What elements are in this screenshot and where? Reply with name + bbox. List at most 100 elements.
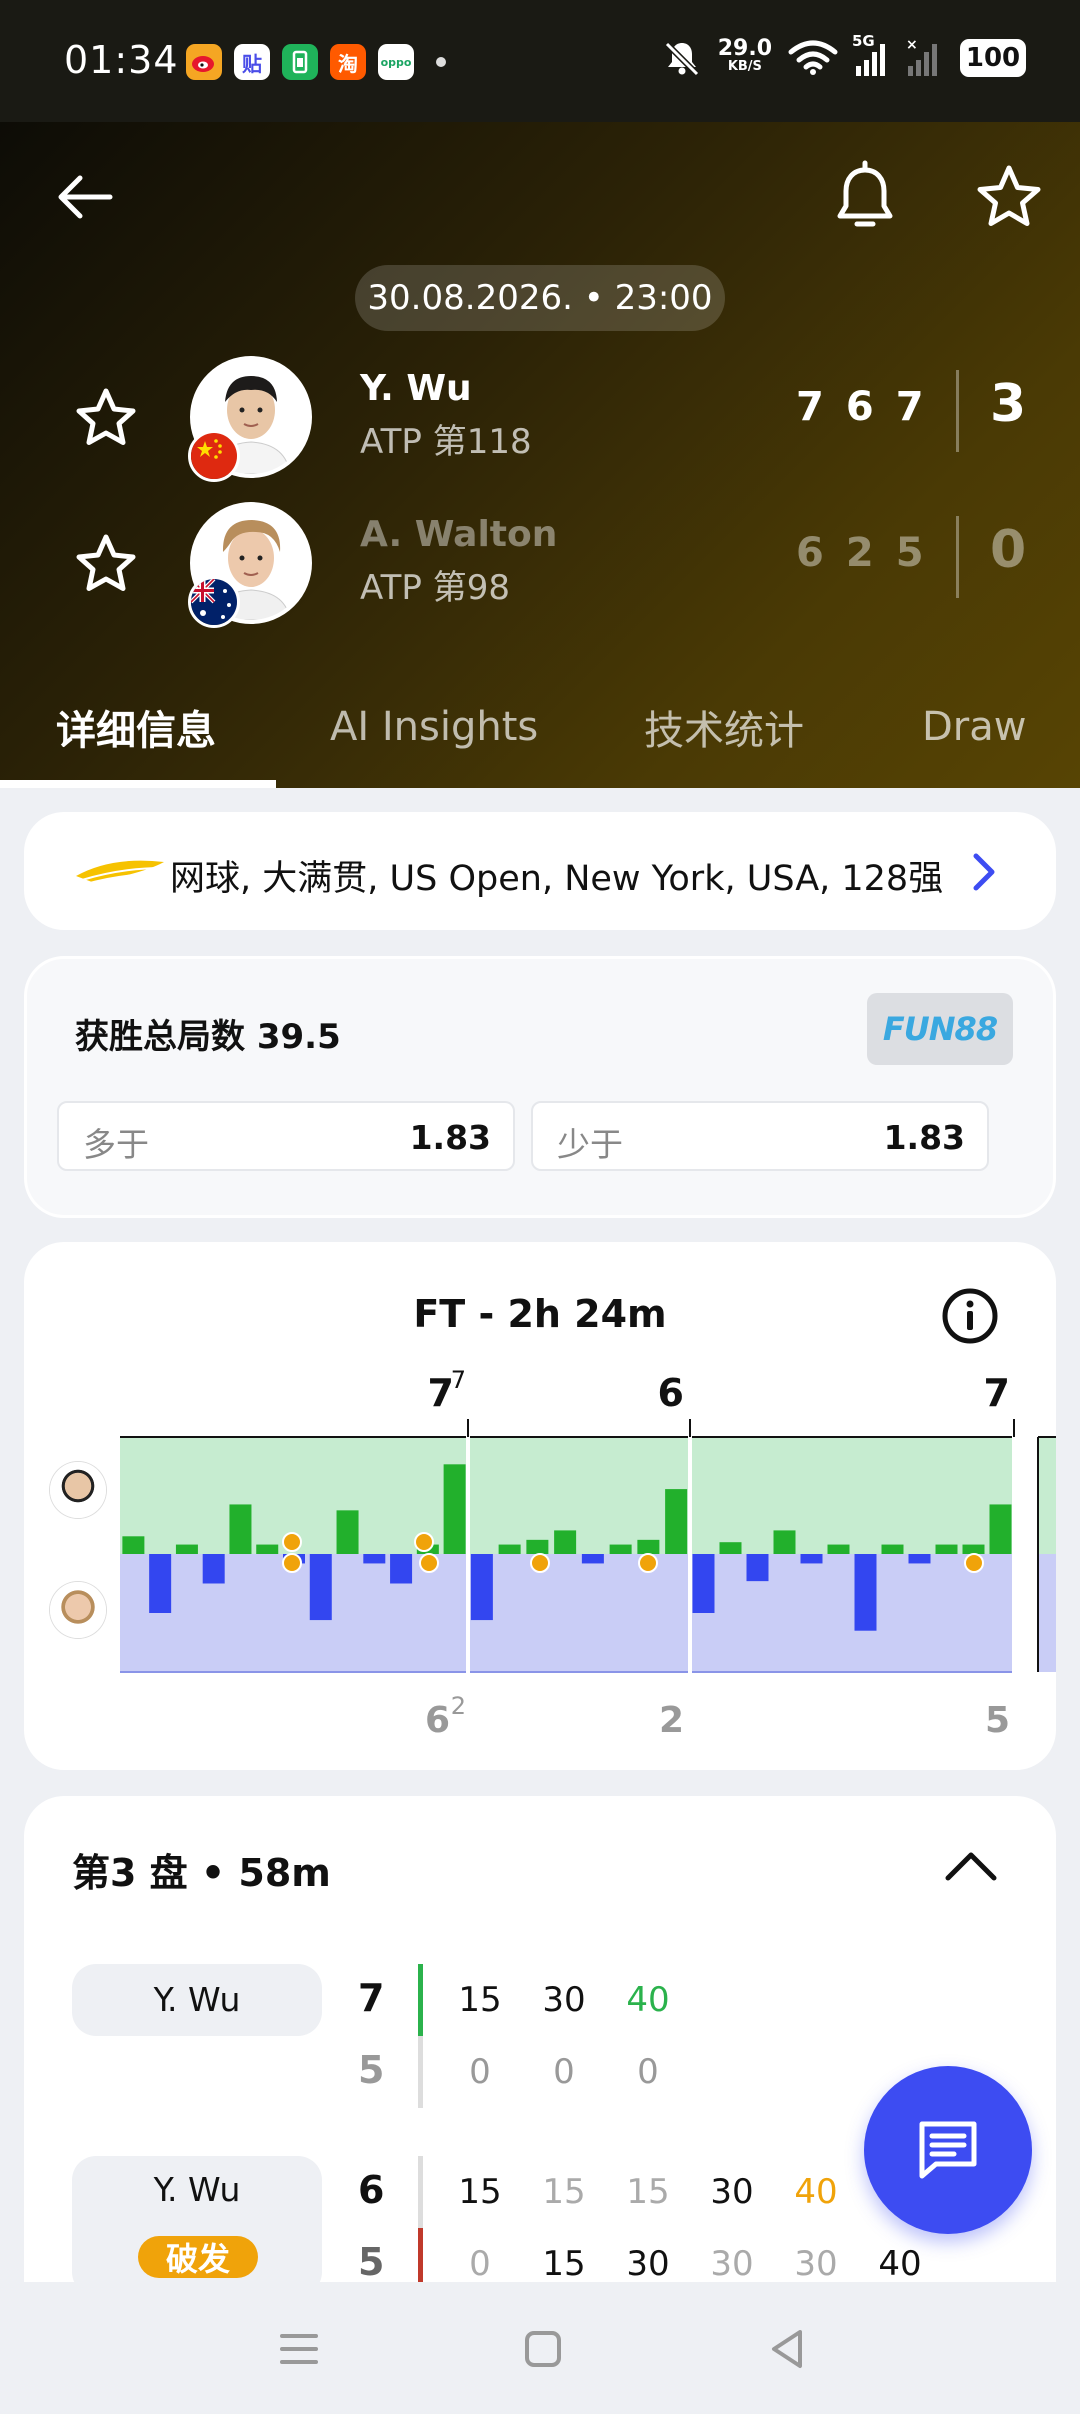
momentum-bar: [881, 1544, 904, 1554]
momentum-bar: [827, 1544, 850, 1554]
set-scores: 6 2 5: [796, 530, 924, 576]
status-time: 01:34: [64, 38, 179, 82]
player-name: Y. Wu: [360, 368, 472, 409]
odds-over-value: 1.83: [409, 1118, 491, 1157]
back-icon[interactable]: [762, 2324, 812, 2374]
momentum-bar: [746, 1554, 769, 1582]
set-score-top: 6: [658, 1371, 684, 1415]
break-point-marker: [282, 1553, 302, 1573]
point: 0: [469, 2052, 491, 2092]
momentum-chart-card: FT - 2h 24m 77676225: [24, 1242, 1056, 1770]
tab-draw[interactable]: Draw: [922, 672, 1026, 782]
odds-over-button[interactable]: 多于 1.83: [57, 1101, 515, 1171]
game-score-bottom: 5: [358, 2240, 385, 2284]
chevron-up-icon[interactable]: [942, 1846, 1000, 1886]
status-bar: 01:34 贴 淘 oppo 29.0 KB/S 5G × 100: [0, 0, 1080, 122]
us-open-logo: [76, 860, 164, 885]
chevron-right-icon[interactable]: [964, 850, 1004, 894]
momentum-bar: [363, 1554, 386, 1564]
player1-area: [468, 1437, 690, 1554]
wifi-icon: [788, 40, 838, 75]
system-nav-bar: [0, 2282, 1080, 2414]
weibo-icon: [186, 44, 222, 80]
momentum-bar: [665, 1489, 688, 1554]
oppo-icon: oppo: [378, 44, 414, 80]
momentum-bar: [581, 1554, 604, 1564]
point: 0: [469, 2244, 491, 2284]
momentum-bar: [989, 1504, 1012, 1554]
tournament-card[interactable]: 网球, 大满贯, US Open, New York, USA, 128强: [24, 812, 1056, 930]
set-score-top: 7: [984, 1371, 1010, 1415]
point: 40: [794, 2172, 838, 2212]
score-divider: [956, 516, 959, 598]
point: 30: [794, 2244, 838, 2284]
menu-icon[interactable]: [274, 2324, 324, 2374]
odds-under-label: 少于: [557, 1125, 623, 1164]
chat-icon: [919, 2121, 977, 2179]
set-title: 第3 盘 • 58m: [72, 1851, 331, 1895]
player2-area: [690, 1554, 1014, 1672]
point: 15: [626, 2172, 670, 2212]
game-divider: [418, 2156, 423, 2228]
momentum-bar: [719, 1542, 742, 1554]
odds-card: 获胜总局数 39.5 FUN88 多于 1.83 少于 1.83: [24, 956, 1056, 1218]
momentum-bar: [256, 1544, 279, 1554]
momentum-bar: [175, 1544, 198, 1554]
break-point-marker: [419, 1553, 439, 1573]
chat-button[interactable]: [864, 2066, 1032, 2234]
momentum-bar: [122, 1536, 145, 1554]
momentum-chart: 77 6 76 2 2 5: [120, 1366, 1056, 1741]
point: 40: [878, 2244, 922, 2284]
momentum-bar: [554, 1530, 577, 1554]
svg-text:×: ×: [906, 38, 918, 53]
tab-ai-insights[interactable]: AI Insights: [330, 672, 538, 782]
odds-market-title: 获胜总局数 39.5: [75, 1017, 341, 1057]
bell-icon[interactable]: [832, 160, 898, 236]
tab-details[interactable]: 详细信息: [56, 672, 216, 782]
break-point-marker: [414, 1532, 434, 1552]
tiebreak-score: 2: [451, 1692, 466, 1720]
player1-area: [690, 1437, 1014, 1554]
sets-won: 3: [990, 374, 1027, 434]
favorite-player-star-icon[interactable]: [74, 386, 138, 450]
bookmaker-logo[interactable]: FUN88: [867, 993, 1013, 1065]
player-row-wu[interactable]: Y. Wu ATP 第118 7 6 7 3: [0, 356, 1080, 482]
point: 40: [626, 1980, 670, 2020]
momentum-bar: [526, 1539, 549, 1554]
player2-area: [468, 1554, 690, 1672]
home-icon[interactable]: [518, 2324, 568, 2374]
battery-indicator: 100: [960, 39, 1026, 77]
set-scores: 7 6 7: [796, 384, 924, 430]
momentum-bar: [470, 1554, 493, 1621]
net-speed: 29.0 KB/S: [717, 36, 772, 75]
server-name: Y. Wu: [153, 2170, 241, 2209]
momentum-bar: [773, 1530, 796, 1554]
momentum-bar: [202, 1554, 225, 1584]
break-point-marker: [964, 1553, 984, 1573]
momentum-bar: [637, 1539, 660, 1554]
tieba-icon: 贴: [234, 44, 270, 80]
point: 30: [710, 2172, 754, 2212]
player-rank: ATP 第98: [360, 568, 510, 608]
set-score: 7: [796, 384, 824, 430]
set-score: 6: [845, 384, 874, 430]
favorite-player-star-icon[interactable]: [74, 532, 138, 596]
player-rank: ATP 第118: [360, 422, 532, 462]
point: 30: [626, 2244, 670, 2284]
game-winner-bar: [418, 1964, 423, 2036]
score-divider: [956, 370, 959, 452]
wallet-icon: [282, 44, 318, 80]
tournament-name: 网球, 大满贯, US Open, New York, USA, 128强: [170, 859, 944, 899]
odds-under-button[interactable]: 少于 1.83: [531, 1101, 989, 1171]
player-row-walton[interactable]: A. Walton ATP 第98 6 2 5 0: [0, 502, 1080, 628]
status-right: 29.0 KB/S 5G × 100: [662, 32, 1026, 78]
set-score: 2: [845, 530, 874, 576]
tab-statistics[interactable]: 技术统计: [644, 672, 804, 782]
favorite-star-icon[interactable]: [974, 162, 1044, 232]
set-score: 6: [796, 530, 824, 576]
point: 15: [458, 1980, 502, 2020]
signal-empty-icon: ×: [906, 38, 937, 76]
status-app-icons: 贴 淘 oppo: [186, 44, 446, 80]
odds-under-value: 1.83: [883, 1118, 965, 1157]
back-arrow-icon[interactable]: [50, 162, 120, 232]
